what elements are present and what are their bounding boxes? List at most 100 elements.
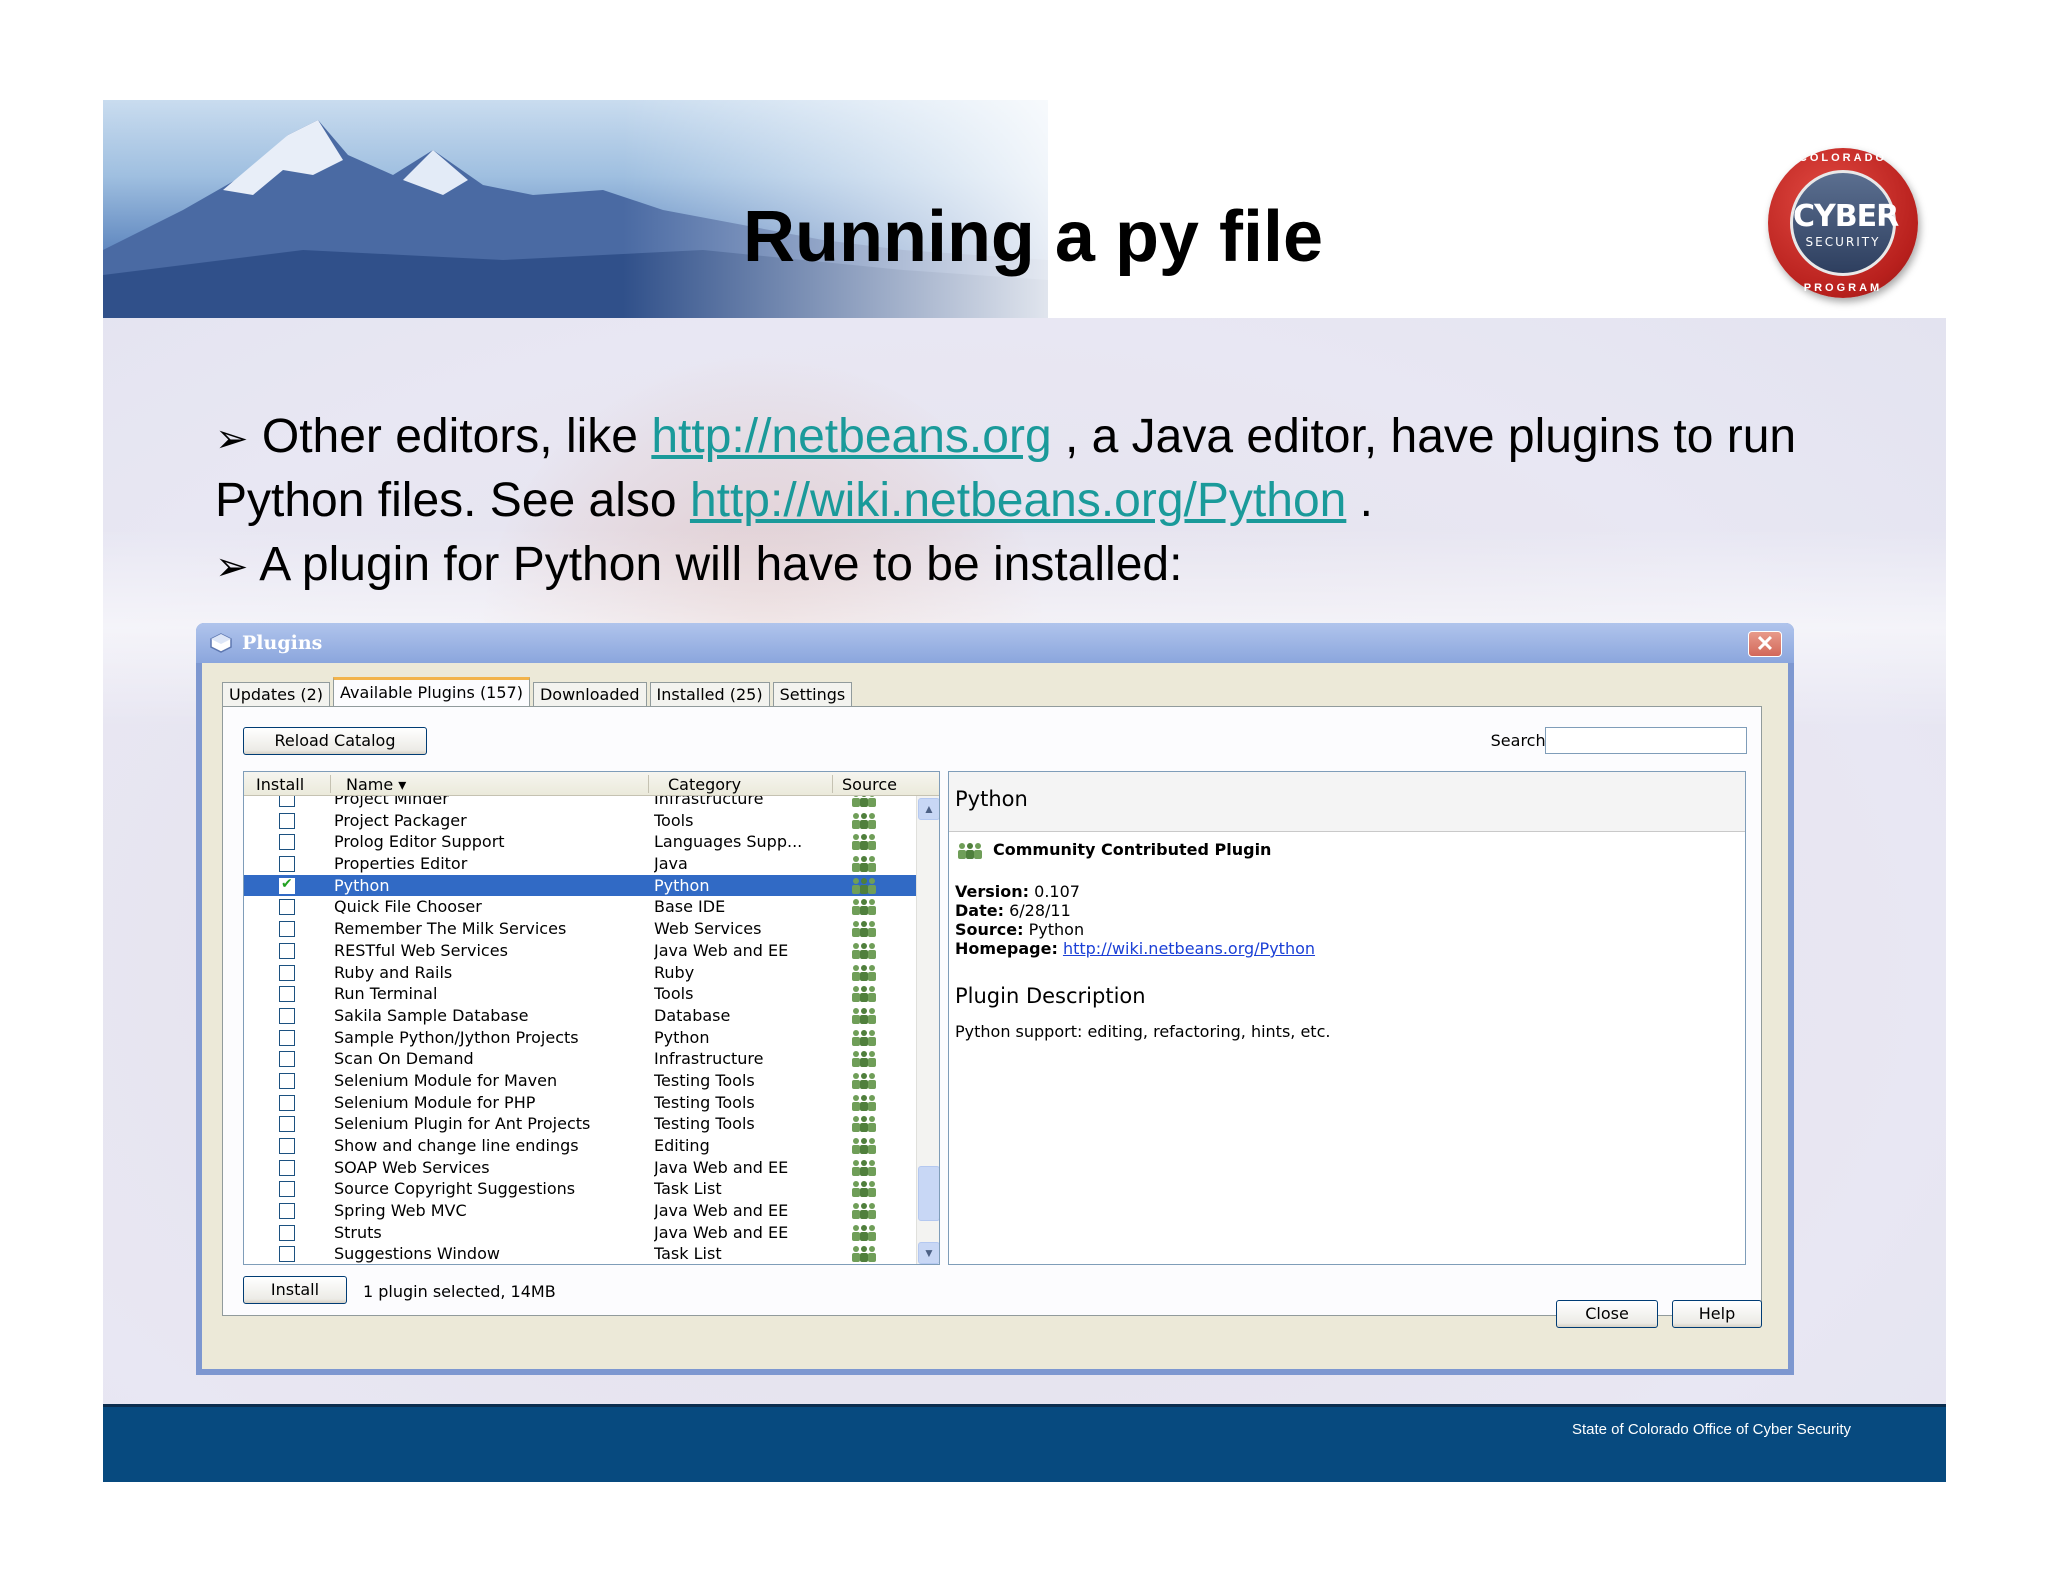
install-checkbox[interactable] xyxy=(279,964,295,981)
table-row[interactable]: Remember The Milk Services Web Services xyxy=(244,918,916,940)
community-source-icon xyxy=(849,920,879,938)
install-checkbox[interactable] xyxy=(279,1116,295,1133)
homepage-link[interactable]: http://wiki.netbeans.org/Python xyxy=(1063,939,1315,958)
table-row[interactable]: Show and change line endings Editing xyxy=(244,1135,916,1157)
table-row[interactable]: Selenium Plugin for Ant Projects Testing … xyxy=(244,1113,916,1135)
help-button[interactable]: Help xyxy=(1672,1300,1762,1328)
table-body: Project Minder Infrastructure Project Pack… xyxy=(244,796,916,1264)
wiki-python-link[interactable]: http://wiki.netbeans.org/Python xyxy=(690,474,1346,527)
install-checkbox[interactable] xyxy=(279,1203,295,1220)
table-row[interactable]: Ruby and Rails Ruby xyxy=(244,962,916,984)
table-row[interactable]: Prolog Editor Support Languages Supp... xyxy=(244,831,916,853)
column-name[interactable]: Name ▾ xyxy=(346,775,406,794)
version-value: 0.107 xyxy=(1034,882,1080,901)
install-checkbox[interactable] xyxy=(279,1181,295,1198)
table-row[interactable]: Struts Java Web and EE xyxy=(244,1222,916,1244)
tab-installed[interactable]: Installed (25) xyxy=(649,682,770,707)
plugin-category: Ruby xyxy=(654,962,695,982)
plugin-category: Tools xyxy=(654,984,694,1004)
column-install[interactable]: Install xyxy=(256,775,304,794)
reload-catalog-button[interactable]: Reload Catalog xyxy=(243,727,427,755)
column-category[interactable]: Category xyxy=(668,775,741,794)
community-source-icon xyxy=(849,1245,879,1263)
install-checkbox[interactable] xyxy=(279,899,295,916)
dialog-title: Plugins xyxy=(242,632,323,654)
bullet-netbeans: ➢ Other editors, like http://netbeans.or… xyxy=(215,406,1915,532)
install-checkbox[interactable] xyxy=(279,812,295,829)
community-source-icon xyxy=(849,1029,879,1047)
bullet-arrow-icon: ➢ xyxy=(215,416,249,462)
install-checkbox[interactable] xyxy=(279,986,295,1003)
install-checkbox[interactable] xyxy=(279,1029,295,1046)
tab-downloaded[interactable]: Downloaded xyxy=(532,682,647,707)
table-row[interactable]: RESTful Web Services Java Web and EE xyxy=(244,940,916,962)
slide-footer: State of Colorado Office of Cyber Securi… xyxy=(103,1404,1946,1482)
table-row[interactable]: Suggestions Window Task List xyxy=(244,1243,916,1264)
table-row[interactable]: Project Packager Tools xyxy=(244,810,916,832)
search-input[interactable] xyxy=(1545,727,1747,754)
install-checkbox[interactable] xyxy=(279,1138,295,1154)
tab-settings[interactable]: Settings xyxy=(772,682,853,707)
install-checkbox[interactable] xyxy=(279,1224,295,1241)
dialog-titlebar[interactable]: Plugins ✕ xyxy=(196,623,1794,663)
community-source-icon xyxy=(849,812,879,830)
plugin-name: Sample Python/Jython Projects xyxy=(334,1027,579,1047)
community-source-icon xyxy=(849,1180,879,1198)
table-row[interactable]: Properties Editor Java xyxy=(244,853,916,875)
plugin-name: Suggestions Window xyxy=(334,1244,500,1264)
table-row[interactable]: Sakila Sample Database Database xyxy=(244,1005,916,1027)
install-checkbox[interactable] xyxy=(279,834,295,851)
table-row[interactable]: Quick File Chooser Base IDE xyxy=(244,896,916,918)
table-row[interactable]: Selenium Module for Maven Testing Tools xyxy=(244,1070,916,1092)
install-checkbox[interactable] xyxy=(279,1159,295,1176)
community-source-icon xyxy=(849,1202,879,1220)
install-checkbox[interactable] xyxy=(279,1051,295,1068)
dialog-client-area: Updates (2) Available Plugins (157) Down… xyxy=(202,663,1788,1369)
table-row[interactable]: Spring Web MVC Java Web and EE xyxy=(244,1200,916,1222)
table-row[interactable]: Project Minder Infrastructure xyxy=(244,796,916,810)
close-button[interactable]: Close xyxy=(1556,1300,1658,1328)
install-checkbox[interactable] xyxy=(279,1094,295,1111)
plugin-category: Base IDE xyxy=(654,897,726,917)
install-checkbox[interactable] xyxy=(279,1007,295,1024)
install-checkbox[interactable] xyxy=(279,1246,295,1263)
table-row[interactable]: Python Python xyxy=(244,874,916,897)
community-source-icon xyxy=(849,1137,879,1155)
bullet-text: . xyxy=(1346,474,1373,527)
table-row[interactable]: Selenium Module for PHP Testing Tools xyxy=(244,1092,916,1114)
install-checkbox[interactable] xyxy=(279,856,295,873)
install-checkbox[interactable] xyxy=(279,1072,295,1089)
community-source-icon xyxy=(849,1159,879,1177)
table-row[interactable]: Scan On Demand Infrastructure xyxy=(244,1048,916,1070)
close-icon[interactable]: ✕ xyxy=(1748,631,1782,657)
scroll-thumb[interactable] xyxy=(918,1166,939,1221)
table-scrollbar[interactable]: ▲ ▼ xyxy=(916,796,939,1264)
install-checkbox[interactable] xyxy=(279,876,295,894)
plugin-category: Python xyxy=(654,875,710,895)
install-button[interactable]: Install xyxy=(243,1276,347,1304)
install-checkbox[interactable] xyxy=(279,921,295,938)
table-row[interactable]: Source Copyright Suggestions Task List xyxy=(244,1178,916,1200)
community-source-icon xyxy=(849,1050,879,1068)
details-header: Python xyxy=(949,772,1745,832)
install-checkbox[interactable] xyxy=(279,796,295,807)
table-row[interactable]: Sample Python/Jython Projects Python xyxy=(244,1027,916,1049)
scroll-up-icon[interactable]: ▲ xyxy=(918,798,939,820)
plugin-category: Tools xyxy=(654,810,694,830)
netbeans-link[interactable]: http://netbeans.org xyxy=(651,410,1051,463)
plugin-name: Sakila Sample Database xyxy=(334,1005,529,1025)
column-source[interactable]: Source xyxy=(842,775,897,794)
plugin-name: Scan On Demand xyxy=(334,1049,474,1069)
plugin-category: Java Web and EE xyxy=(654,1157,789,1177)
install-checkbox[interactable] xyxy=(279,942,295,959)
scroll-down-icon[interactable]: ▼ xyxy=(918,1242,939,1264)
plugins-dialog: Plugins ✕ Updates (2) Available Plugins … xyxy=(196,623,1794,1375)
date-value: 6/28/11 xyxy=(1009,901,1071,920)
bullet-arrow-icon: ➢ xyxy=(215,544,249,590)
tab-updates[interactable]: Updates (2) xyxy=(222,682,331,707)
tab-available-plugins[interactable]: Available Plugins (157) xyxy=(333,677,530,707)
logo-top-text: COLORADO xyxy=(1798,152,1888,164)
plugin-name: Show and change line endings xyxy=(334,1136,579,1155)
table-row[interactable]: SOAP Web Services Java Web and EE xyxy=(244,1157,916,1179)
table-row[interactable]: Run Terminal Tools xyxy=(244,983,916,1005)
